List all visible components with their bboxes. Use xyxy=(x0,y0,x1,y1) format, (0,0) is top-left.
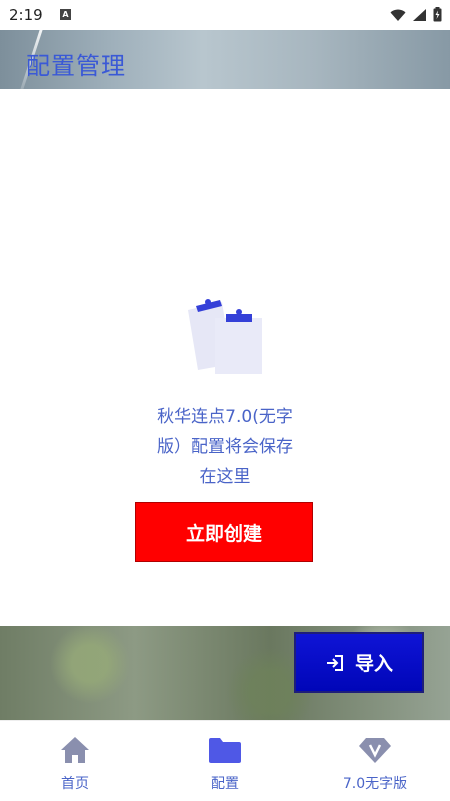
status-time: 2:19 xyxy=(9,6,43,24)
page-title: 配置管理 xyxy=(26,52,126,80)
nav-item-home[interactable]: 首页 xyxy=(0,721,150,801)
folder-icon xyxy=(209,738,241,763)
empty-state-line: 在这里 xyxy=(199,467,251,487)
bottom-nav: 首页 配置 7.0无字版 xyxy=(0,720,450,800)
empty-state-line: 秋华连点7.0(无字 xyxy=(157,407,293,427)
nav-label-config: 配置 xyxy=(211,776,239,792)
nav-item-version[interactable]: 7.0无字版 xyxy=(300,721,450,801)
login-icon xyxy=(326,654,343,671)
battery-icon xyxy=(433,7,442,22)
nav-label-version: 7.0无字版 xyxy=(342,776,408,792)
import-button[interactable]: 导入 xyxy=(294,632,424,693)
signal-icon xyxy=(413,8,426,21)
status-icons xyxy=(390,7,442,22)
clipboard-icon xyxy=(188,299,262,374)
empty-state-message: 秋华连点7.0(无字 版）配置将会保存 在这里 xyxy=(135,402,315,492)
import-button-label: 导入 xyxy=(354,653,393,675)
nav-item-config[interactable]: 配置 xyxy=(150,721,300,801)
home-icon xyxy=(61,737,89,763)
status-bar: 2:19 A xyxy=(0,0,450,30)
empty-state-line: 版）配置将会保存 xyxy=(157,437,293,457)
create-button[interactable]: 立即创建 xyxy=(135,502,313,562)
nav-label-home: 首页 xyxy=(61,776,89,792)
create-button-label: 立即创建 xyxy=(185,522,262,545)
wifi-icon xyxy=(390,9,406,21)
gem-icon xyxy=(359,738,391,763)
a-icon: A xyxy=(60,9,71,20)
header-banner: 配置管理 xyxy=(0,30,450,89)
